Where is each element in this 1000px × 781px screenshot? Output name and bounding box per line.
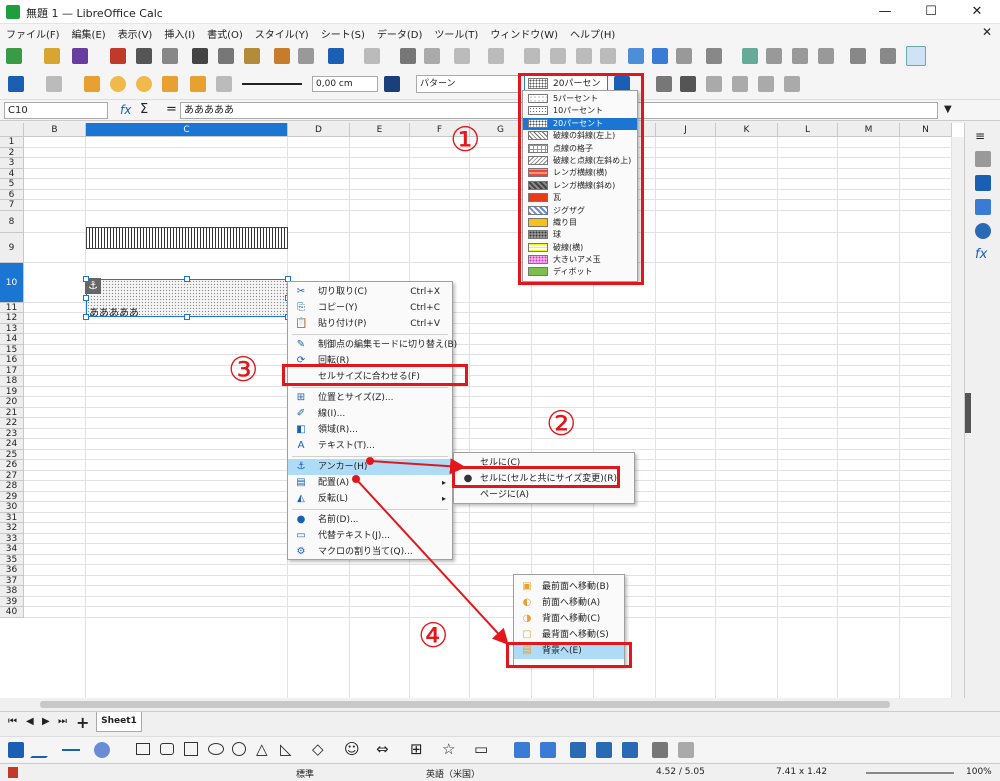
arrow-to-anchor-submenu — [369, 458, 466, 475]
arrow-to-arrange-submenu — [355, 478, 509, 645]
annotation-arrows — [352, 457, 509, 645]
